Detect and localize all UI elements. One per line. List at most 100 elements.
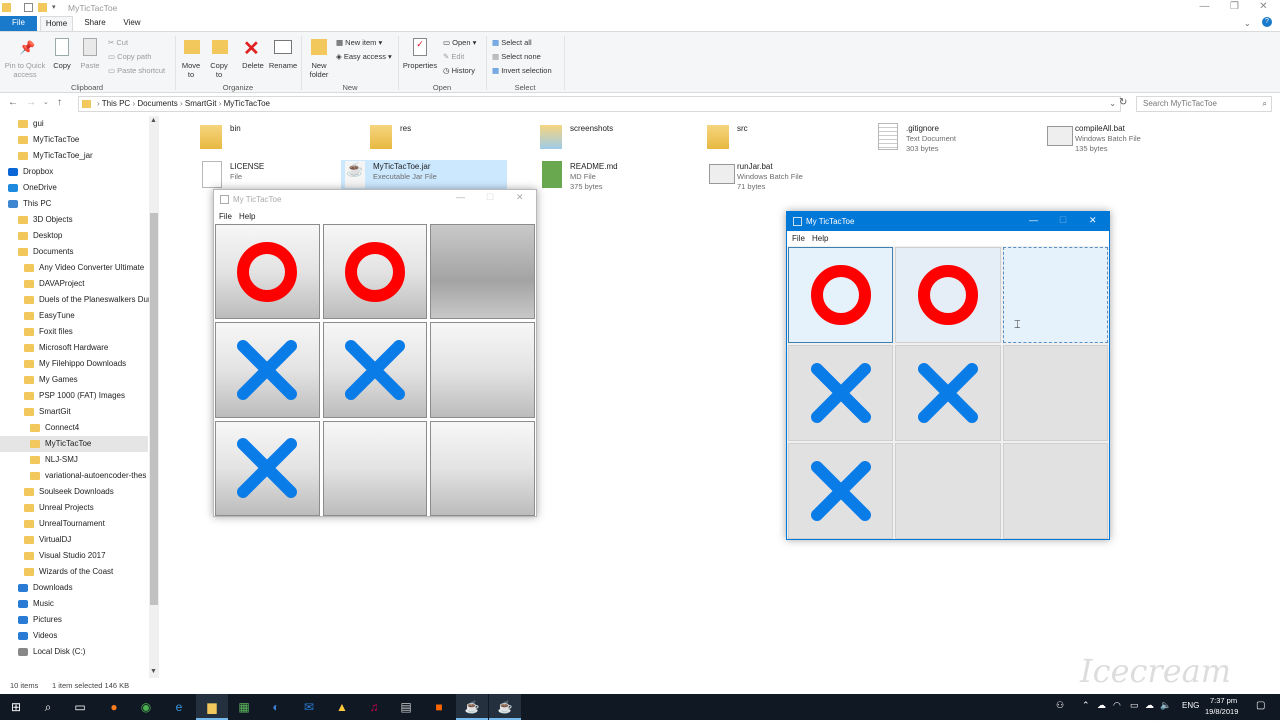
nav-item[interactable]: Downloads <box>0 580 148 596</box>
minimize-button[interactable]: — <box>456 192 465 202</box>
chevron-down-icon[interactable]: ⌄ <box>1244 19 1251 28</box>
board-cell[interactable] <box>788 345 894 441</box>
paste-shortcut-button[interactable]: ▭ Paste shortcut <box>108 66 165 75</box>
nav-item[interactable]: 3D Objects <box>0 212 148 228</box>
network-icon[interactable]: ☁ <box>1097 700 1106 711</box>
breadcrumb-smartgit[interactable]: SmartGit <box>185 99 217 108</box>
menu-help[interactable]: Help <box>239 212 255 221</box>
clock-time[interactable]: 7:37 pm <box>1210 696 1237 705</box>
nav-item[interactable]: MyTicTacToe <box>0 132 148 148</box>
menu-help[interactable]: Help <box>812 234 828 243</box>
file-item[interactable]: src <box>705 122 865 156</box>
move-to-button[interactable]: Move to <box>179 61 203 79</box>
nav-item[interactable]: VirtualDJ <box>0 532 148 548</box>
app-icon[interactable]: ■ <box>423 694 455 720</box>
tab-home[interactable]: Home <box>40 16 73 31</box>
board-cell[interactable] <box>430 420 535 516</box>
invert-selection-button[interactable]: ▦ Invert selection <box>492 66 552 75</box>
nav-item[interactable]: Desktop <box>0 228 148 244</box>
nav-item[interactable]: Microsoft Hardware <box>0 340 148 356</box>
file-item[interactable]: bin <box>198 122 358 156</box>
board-cell[interactable] <box>215 224 320 320</box>
nav-item[interactable]: Duels of the Planeswalkers Dur <box>0 292 151 308</box>
nav-item[interactable]: OneDrive <box>0 180 148 196</box>
file-item[interactable]: README.md MD File 375 bytes <box>538 160 698 194</box>
board-cell[interactable] <box>895 345 1001 441</box>
board-cell[interactable] <box>430 224 535 320</box>
java-icon[interactable]: ☕ <box>456 694 488 720</box>
nav-item[interactable]: SmartGit <box>0 404 148 420</box>
path-box[interactable]: › This PC › Documents › SmartGit › MyTic… <box>78 96 1121 112</box>
battery-icon[interactable]: ▭ <box>1130 700 1139 711</box>
nav-item[interactable]: MyTicTacToe <box>0 436 148 452</box>
task-view-icon[interactable]: ▭ <box>64 694 96 720</box>
nav-item[interactable]: NLJ-SMJ <box>0 452 148 468</box>
back-arrow-icon[interactable]: ← <box>8 97 18 108</box>
game-window-inactive[interactable]: My TicTacToe — ☐ ✕ File Help <box>213 189 537 517</box>
search-input[interactable]: Search MyTicTacToe ⌕ <box>1136 96 1272 112</box>
store-icon[interactable]: ▦ <box>228 694 260 720</box>
board-cell[interactable] <box>1002 345 1108 441</box>
app-icon[interactable]: ▲ <box>326 694 358 720</box>
nav-item[interactable]: EasyTune <box>0 308 148 324</box>
tab-view[interactable]: View <box>117 16 147 31</box>
scroll-down-icon[interactable]: ▼ <box>150 668 157 675</box>
select-all-button[interactable]: ▦ Select all <box>492 38 532 47</box>
clock-date[interactable]: 19/8/2019 <box>1205 707 1238 716</box>
minimize-button[interactable]: — <box>1188 0 1221 16</box>
board-cell[interactable] <box>322 322 428 418</box>
board-cell[interactable] <box>788 443 894 539</box>
menu-file[interactable]: File <box>792 234 805 243</box>
menu-file[interactable]: File <box>219 212 232 221</box>
file-item[interactable]: compileAll.bat Windows Batch File 135 byte… <box>1043 122 1203 156</box>
scroll-up-icon[interactable]: ▲ <box>150 117 157 124</box>
rename-button[interactable]: Rename <box>267 61 299 70</box>
copy-button[interactable]: Copy <box>50 61 74 70</box>
nav-item[interactable]: Connect4 <box>0 420 148 436</box>
onedrive-icon[interactable]: ☁ <box>1145 700 1154 711</box>
nav-item[interactable]: Pictures <box>0 612 148 628</box>
help-icon[interactable]: ? <box>1262 17 1272 27</box>
board-cell[interactable] <box>1002 443 1108 539</box>
board-cell[interactable] <box>215 322 320 418</box>
nav-item[interactable]: Documents <box>0 244 148 260</box>
breadcrumb-mytictactoe[interactable]: MyTicTacToe <box>224 99 270 108</box>
forward-arrow-icon[interactable]: → <box>26 97 36 108</box>
calculator-icon[interactable]: ▤ <box>390 694 422 720</box>
board-cell[interactable] <box>322 224 428 320</box>
nav-item[interactable]: Videos <box>0 628 148 644</box>
nav-item[interactable]: Any Video Converter Ultimate <box>0 260 148 276</box>
close-button[interactable]: ✕ <box>516 192 524 203</box>
chrome-icon[interactable]: ◉ <box>130 694 162 720</box>
nav-item[interactable]: Local Disk (C:) <box>0 644 148 660</box>
wifi-icon[interactable]: ◠ <box>1113 700 1121 711</box>
windows-start-icon[interactable]: ⊞ <box>0 694 32 720</box>
nav-item[interactable]: Unreal Projects <box>0 500 148 516</box>
board-cell[interactable] <box>895 443 1001 539</box>
nav-item[interactable]: variational-autoencoder-thes <box>0 468 148 484</box>
chevron-down-icon[interactable]: ⌄ <box>43 98 49 106</box>
nav-scrollbar-thumb[interactable] <box>150 213 158 605</box>
copy-path-button[interactable]: ▭ Copy path <box>108 52 151 61</box>
volume-icon[interactable]: 🔈 <box>1160 700 1171 711</box>
nav-item[interactable]: My Filehippo Downloads <box>0 356 148 372</box>
tab-share[interactable]: Share <box>80 16 110 31</box>
people-icon[interactable]: ⚇ <box>1056 700 1064 711</box>
chevron-down-icon[interactable]: ▾ <box>52 3 61 12</box>
nav-item[interactable]: PSP 1000 (FAT) Images <box>0 388 148 404</box>
nav-item[interactable]: gui <box>0 116 148 132</box>
language-indicator[interactable]: ENG <box>1182 701 1199 710</box>
nav-item[interactable]: This PC <box>0 196 148 212</box>
board-cell[interactable] <box>322 420 428 516</box>
file-item[interactable]: screenshots <box>538 122 698 156</box>
board-cell[interactable] <box>895 247 1001 343</box>
file-item[interactable]: res <box>368 122 528 156</box>
file-explorer-icon[interactable]: ▆ <box>196 694 228 720</box>
mail-icon[interactable]: ✉ <box>293 694 325 720</box>
copy-to-button[interactable]: Copy to <box>207 61 231 79</box>
breadcrumb-this-pc[interactable]: This PC <box>102 99 130 108</box>
delete-button[interactable]: Delete <box>239 61 267 70</box>
file-item[interactable]: .gitignore Text Document 303 bytes <box>874 122 1034 156</box>
search-icon[interactable]: ⌕ <box>32 694 64 720</box>
edit-button[interactable]: ✎ Edit <box>443 52 464 61</box>
